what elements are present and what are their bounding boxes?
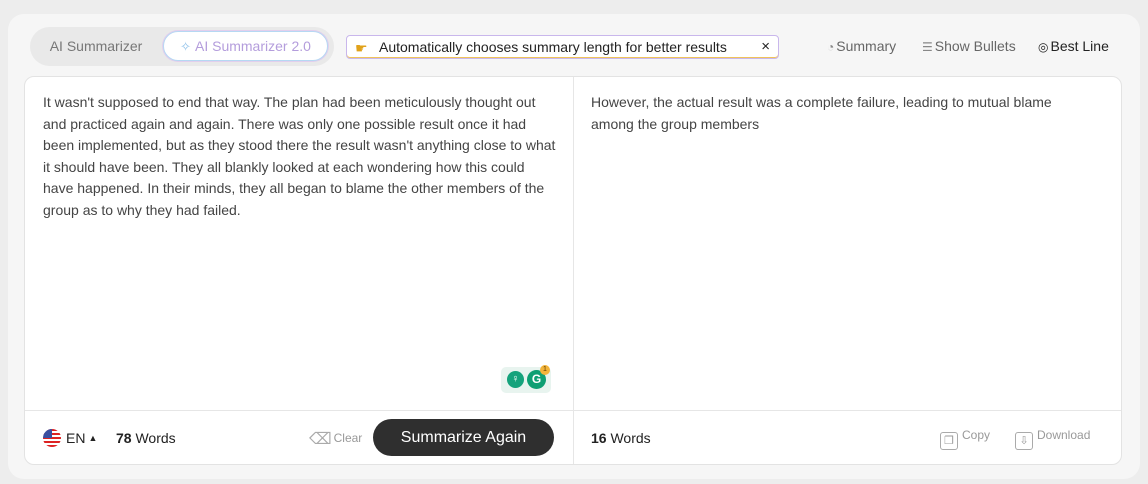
download-label: Download xyxy=(1037,428,1091,442)
summary-icon: ◔ xyxy=(827,40,835,54)
vertical-divider xyxy=(573,77,574,464)
input-word-count: 78 Words xyxy=(116,430,176,446)
tip-text: Automatically chooses summary length for… xyxy=(379,39,727,55)
summary-option[interactable]: ◔ Summary xyxy=(827,38,896,54)
clear-label: Clear xyxy=(333,431,363,445)
copy-icon: ❐ xyxy=(940,432,958,450)
copy-label: Copy xyxy=(962,428,991,442)
us-flag-icon xyxy=(43,429,61,447)
output-word-number: 16 xyxy=(591,430,607,446)
download-button[interactable]: ⇩ Download xyxy=(1015,428,1090,450)
eraser-icon: ⌫ xyxy=(309,431,332,448)
best-line-label: Best Line xyxy=(1050,38,1109,54)
input-textarea[interactable]: It wasn't supposed to end that way. The … xyxy=(43,92,558,222)
close-icon[interactable]: × xyxy=(761,36,770,58)
grammarly-badge: 1 xyxy=(540,365,550,375)
tab-label: AI Summarizer 2.0 xyxy=(194,38,311,54)
bullets-icon: ☰ xyxy=(922,40,933,54)
caret-up-icon: ▲ xyxy=(88,433,98,443)
horizontal-divider xyxy=(25,410,1121,411)
bullets-label: Show Bullets xyxy=(934,38,1016,54)
summarizer-panels: It wasn't supposed to end that way. The … xyxy=(24,76,1122,465)
output-words-label: Words xyxy=(610,430,651,446)
lightbulb-icon[interactable]: ♀ xyxy=(507,371,524,388)
show-bullets-option[interactable]: ☰ Show Bullets xyxy=(922,38,1016,54)
tip-banner: ☛ Automatically chooses summary length f… xyxy=(346,35,779,59)
summary-label: Summary xyxy=(836,38,897,54)
summarize-again-button[interactable]: Summarize Again xyxy=(373,419,554,456)
tab-label: AI Summarizer xyxy=(49,38,143,54)
input-word-number: 78 xyxy=(116,430,132,446)
output-word-count: 16 Words xyxy=(591,430,651,446)
grammarly-widget[interactable]: ♀ G 1 xyxy=(501,365,551,393)
clear-button[interactable]: ⌫ Clear xyxy=(309,429,362,449)
pointing-hand-icon: ☛ xyxy=(355,40,368,56)
language-selector[interactable]: EN ▲ xyxy=(66,430,97,446)
tab-ai-summarizer-2[interactable]: ✧ AI Summarizer 2.0 xyxy=(163,31,328,61)
download-icon: ⇩ xyxy=(1015,432,1033,450)
tab-ai-summarizer[interactable]: AI Summarizer xyxy=(30,27,162,66)
language-label: EN xyxy=(66,430,86,446)
copy-button[interactable]: ❐ Copy xyxy=(940,428,990,450)
check-circle-icon: ◎ xyxy=(1038,40,1049,54)
input-words-label: Words xyxy=(135,430,176,446)
best-line-option[interactable]: ◎ Best Line xyxy=(1038,38,1109,54)
mode-switch: AI Summarizer ✧ AI Summarizer 2.0 xyxy=(30,27,334,66)
output-text: However, the actual result was a complet… xyxy=(591,94,1052,132)
sparkle-icon: ✧ xyxy=(180,39,191,54)
